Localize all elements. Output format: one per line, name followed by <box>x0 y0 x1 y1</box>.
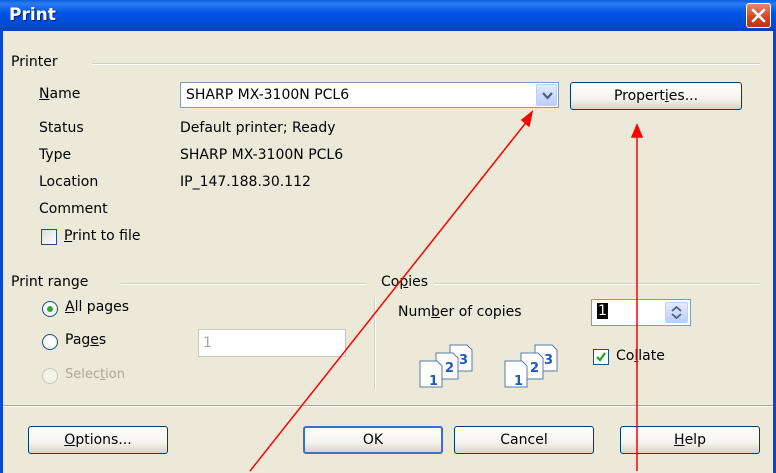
annotation-arrows <box>249 110 644 472</box>
annotation-arrowhead-2 <box>630 123 644 138</box>
annotation-arrowhead-1 <box>520 110 534 128</box>
annotation-arrow-to-dropdown <box>249 119 529 472</box>
